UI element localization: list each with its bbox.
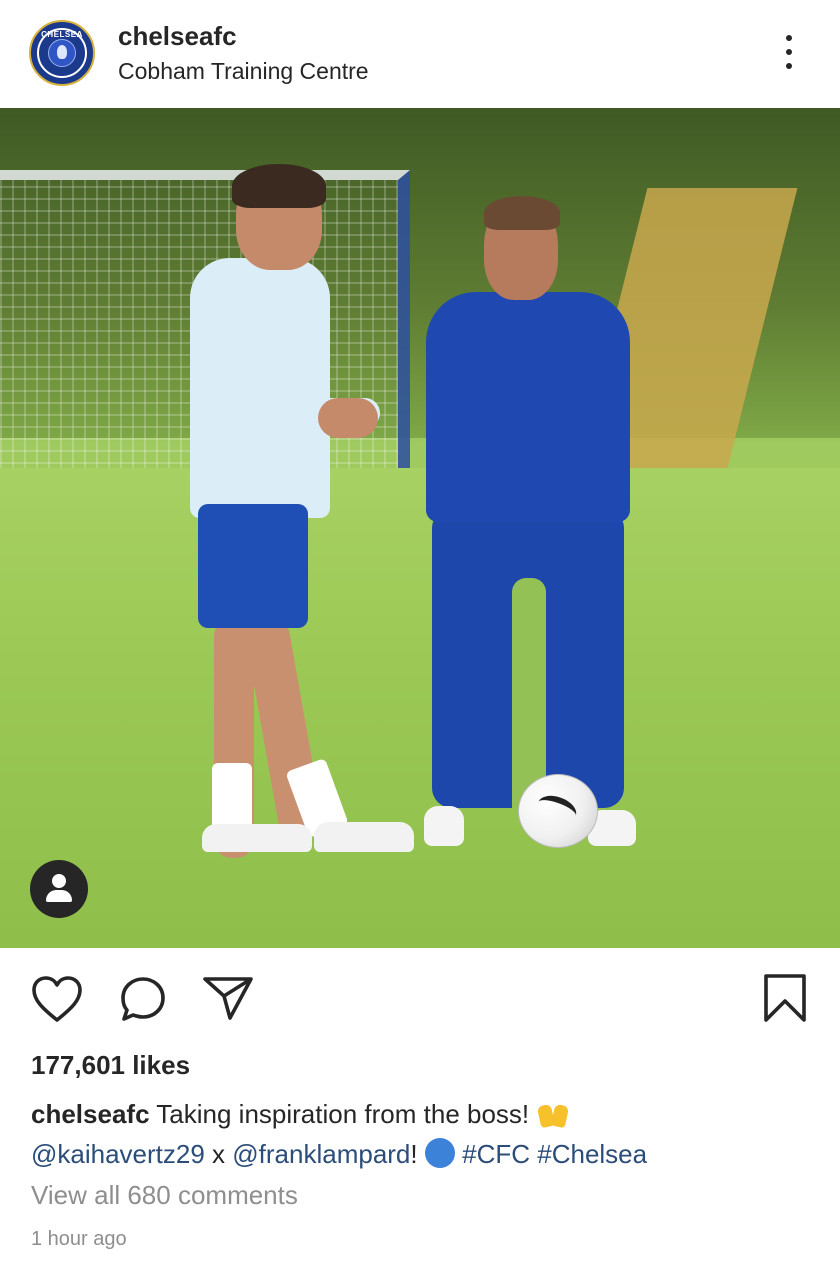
raised-hands-emoji-icon: [536, 1099, 570, 1127]
user-tag-body: [46, 890, 72, 902]
action-bar: [0, 948, 840, 1048]
player-left-boot: [202, 824, 312, 852]
likes-count[interactable]: 177,601 likes: [31, 1050, 190, 1081]
heart-icon[interactable]: [30, 974, 84, 1024]
caption-username[interactable]: chelseafc: [31, 1099, 150, 1129]
player-left-boot: [314, 822, 414, 852]
user-tag-head: [52, 874, 66, 888]
coach-leg-gap: [512, 578, 546, 808]
caption-mention-kaihavertz[interactable]: @kaihavertz29: [31, 1139, 205, 1169]
post-caption: chelseafc Taking inspiration from the bo…: [31, 1094, 821, 1174]
account-name[interactable]: chelseafc: [118, 21, 237, 52]
post-location[interactable]: Cobham Training Centre: [118, 58, 369, 85]
paper-plane-icon[interactable]: [202, 974, 254, 1022]
caption-hashtag-cfc[interactable]: #CFC: [462, 1139, 530, 1169]
post-photo[interactable]: [0, 108, 840, 948]
caption-hashtag-chelsea[interactable]: #Chelsea: [537, 1139, 647, 1169]
comment-bubble-icon[interactable]: [118, 974, 168, 1024]
player-left-torso: [190, 258, 330, 518]
caption-text: Taking inspiration from the boss!: [156, 1099, 530, 1129]
caption-joiner: x: [204, 1139, 233, 1169]
view-all-comments-link[interactable]: View all 680 comments: [31, 1180, 298, 1211]
post-header: CHELSEA chelseafc Cobham Training Centre: [0, 0, 840, 108]
user-tag-icon[interactable]: [30, 860, 88, 918]
more-dot: [786, 63, 792, 69]
coach-torso: [426, 292, 630, 522]
player-left-shorts: [198, 504, 308, 628]
coach-boot: [424, 806, 464, 846]
post-timestamp: 1 hour ago: [31, 1228, 127, 1250]
coach-hair: [484, 196, 560, 230]
player-left-sock: [212, 763, 252, 833]
caption-exclamation: !: [410, 1139, 418, 1169]
account-avatar[interactable]: CHELSEA: [29, 20, 95, 86]
photo-pitch: [0, 468, 840, 948]
chelsea-crest-icon: [48, 39, 76, 67]
football: [518, 774, 598, 848]
more-dot: [786, 35, 792, 41]
more-dot: [786, 49, 792, 55]
bookmark-icon[interactable]: [762, 972, 808, 1024]
player-left-hair: [232, 164, 326, 208]
caption-mention-franklampard[interactable]: @franklampard: [232, 1139, 410, 1169]
player-left-hand: [318, 398, 378, 438]
blue-circle-emoji-icon: [424, 1138, 455, 1168]
avatar-badge-text: CHELSEA: [41, 30, 83, 39]
more-options-icon[interactable]: [776, 30, 802, 74]
